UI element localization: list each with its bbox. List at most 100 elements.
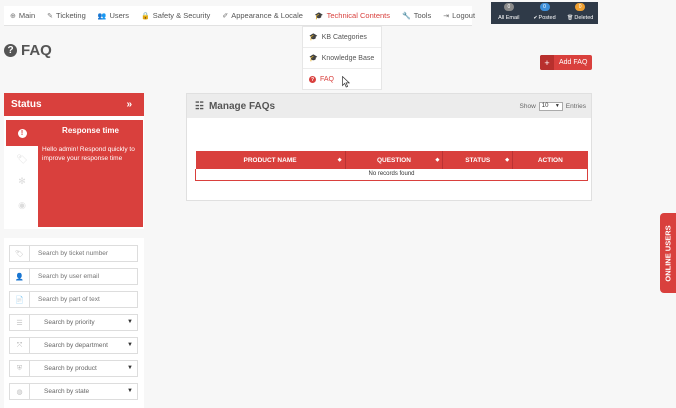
wrench-icon: 🔧	[402, 12, 411, 20]
add-faq-button[interactable]: + Add FAQ	[540, 55, 592, 70]
online-users-tab[interactable]: ONLINE USERS	[660, 213, 676, 293]
caret-down-icon: ▼	[127, 319, 133, 325]
product-filter[interactable]: ⛨ Search by product ▼	[9, 360, 138, 377]
nav-ticketing[interactable]: ✎ Ticketing	[41, 6, 92, 26]
status-title: Status	[11, 99, 42, 110]
department-filter[interactable]: ⤧ Search by department ▼	[9, 337, 138, 354]
manage-faqs-title-text: Manage FAQs	[208, 100, 276, 112]
response-time-title: Response time	[62, 126, 119, 135]
sort-icon: ◆	[435, 157, 440, 163]
sitemap-icon: ⤧	[10, 338, 30, 353]
count-badge: 0	[575, 3, 586, 11]
trash-icon: 🗑	[567, 15, 574, 21]
priority-select-label: Search by priority	[44, 319, 95, 326]
menu-item-label: KB Categories	[321, 33, 367, 41]
menu-item-label: Knowledge Base	[321, 54, 375, 62]
shield-icon: ⛨	[10, 361, 30, 376]
nav-tools[interactable]: 🔧 Tools	[396, 6, 437, 26]
menu-item-knowledge-base[interactable]: 🎓 Knowledge Base	[303, 48, 381, 69]
nav-main[interactable]: ⊕ Main	[4, 6, 41, 26]
counter-label: Deleted	[574, 15, 594, 21]
counter-deleted[interactable]: 0 🗑 Deleted	[562, 2, 598, 24]
menu-item-kb-categories[interactable]: 🎓 KB Categories	[303, 27, 381, 48]
nav-logout[interactable]: ⇥ Logout	[437, 6, 481, 26]
counter-all-email[interactable]: 0 All Email	[491, 2, 527, 24]
globe-icon: ◍	[10, 384, 30, 399]
brush-icon: ✐	[222, 12, 229, 20]
priority-filter[interactable]: ☰ Search by priority ▼	[9, 314, 138, 331]
column-product-name[interactable]: PRODUCT NAME ◆	[195, 151, 346, 169]
state-filter[interactable]: ◍ Search by state ▼	[9, 383, 138, 400]
count-badge: 0	[539, 3, 550, 11]
page-title: ? FAQ	[4, 42, 52, 59]
manage-faqs-header: ☷ Manage FAQs Show 10 ▼ Entries	[187, 94, 591, 118]
department-select-label: Search by department	[44, 342, 108, 349]
column-label: QUESTION	[376, 156, 411, 164]
nav-label: Users	[109, 11, 130, 20]
faq-table: PRODUCT NAME ◆ QUESTION ◆ STATUS ◆ ACTION N…	[195, 151, 588, 181]
graduation-cap-icon: 🎓	[314, 12, 324, 20]
nav-safety-security[interactable]: 🔒 Safety & Security	[135, 6, 216, 26]
check-icon: ✔	[533, 15, 538, 21]
response-time-message: Hello admin! Respond quickly to improve …	[42, 146, 135, 162]
graduation-cap-icon: 🎓	[309, 55, 318, 62]
spinner-icon[interactable]: ✻	[6, 176, 38, 187]
counter-posted[interactable]: 0 ✔ Posted	[527, 2, 563, 24]
user-email-input[interactable]	[30, 273, 130, 280]
counter-label-wrap: ✔ Posted	[533, 15, 555, 21]
count-badge: 0	[503, 3, 514, 11]
product-select-label: Search by product	[44, 365, 97, 372]
exclamation-circle-icon[interactable]: !	[6, 120, 38, 146]
priority-select[interactable]: Search by priority ▼	[30, 319, 137, 326]
double-chevron-right-icon[interactable]: »	[126, 99, 132, 110]
status-content: Response time Hello admin! Respond quick…	[38, 120, 143, 227]
product-select[interactable]: Search by product ▼	[30, 365, 137, 372]
nav-technical-contents[interactable]: 🎓 Technical Contents	[309, 6, 396, 26]
top-navigation: ⊕ Main ✎ Ticketing 👥 Users 🔒 Safety & Se…	[4, 6, 475, 26]
graduation-cap-icon: 🎓	[309, 34, 318, 41]
entries-select[interactable]: 10 ▼	[538, 101, 563, 111]
list-icon: ☰	[10, 315, 30, 330]
status-header[interactable]: Status »	[4, 93, 144, 116]
plus-icon: +	[540, 55, 554, 70]
mouse-cursor-icon	[342, 76, 350, 88]
text-search-input[interactable]	[30, 296, 130, 303]
state-select-label: Search by state	[44, 388, 90, 395]
user-email-filter: 👤	[9, 268, 138, 285]
menu-item-label: FAQ	[320, 76, 335, 83]
caret-down-icon: ▼	[127, 342, 133, 348]
sort-icon: ◆	[337, 157, 342, 163]
nav-label: Main	[18, 11, 36, 20]
column-label: STATUS	[465, 156, 491, 164]
entries-select-value: 10	[541, 103, 549, 109]
tag-icon[interactable]: 🏷	[6, 154, 38, 165]
question-circle-icon: ?	[4, 44, 17, 57]
column-status[interactable]: STATUS ◆	[442, 151, 514, 169]
column-label: PRODUCT NAME	[243, 156, 297, 164]
status-body: ! 🏷 ✻ ◉ Response time Hello admin! Respo…	[6, 120, 143, 227]
document-icon: 📄	[10, 292, 30, 307]
circle-icon[interactable]: ◉	[6, 200, 38, 211]
manage-faqs-title: ☷ Manage FAQs	[195, 101, 275, 112]
page-title-text: FAQ	[21, 42, 52, 59]
column-question[interactable]: QUESTION ◆	[345, 151, 444, 169]
nav-label: Logout	[452, 11, 476, 20]
users-icon: 👥	[97, 12, 107, 20]
department-select[interactable]: Search by department ▼	[30, 342, 137, 349]
empty-message: No records found	[195, 169, 588, 181]
sort-icon: ◆	[505, 157, 510, 163]
question-circle-icon: ?	[309, 76, 316, 83]
status-panel: Status » ! 🏷 ✻ ◉ Response time Hello adm…	[4, 93, 144, 229]
nav-label: Technical Contents	[326, 11, 390, 20]
nav-users[interactable]: 👥 Users	[92, 6, 135, 26]
column-action: ACTION	[512, 151, 588, 169]
state-select[interactable]: Search by state ▼	[30, 388, 137, 395]
ticket-number-input[interactable]	[30, 250, 130, 257]
nav-appearance-locale[interactable]: ✐ Appearance & Locale	[216, 6, 309, 26]
column-label: ACTION	[537, 156, 563, 164]
nav-label: Appearance & Locale	[231, 11, 303, 20]
ticket-number-filter: 🏷	[9, 245, 138, 262]
logout-icon: ⇥	[443, 12, 450, 20]
entries-length-control: Show 10 ▼ Entries	[520, 101, 586, 111]
tag-icon: 🏷	[10, 246, 30, 261]
